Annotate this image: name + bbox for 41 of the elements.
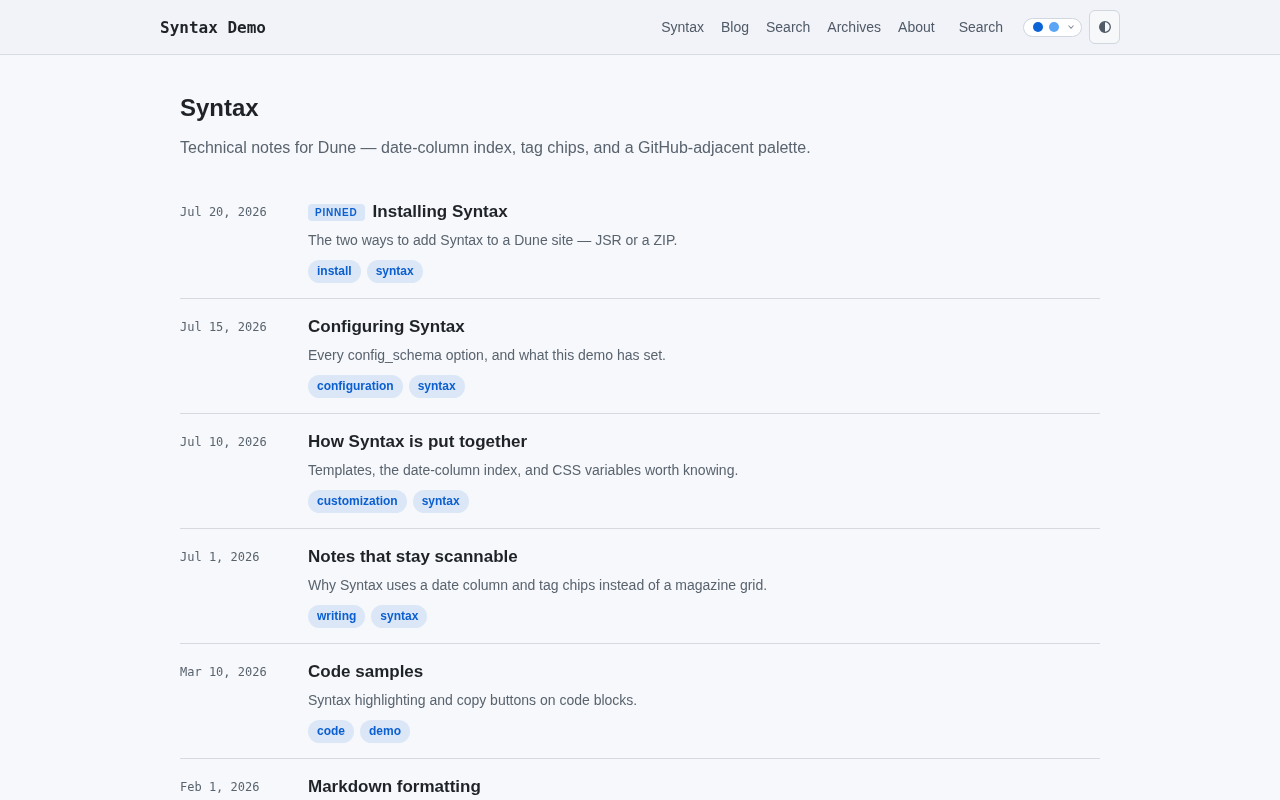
site-title[interactable]: Syntax Demo [160,17,266,37]
post-title-link[interactable]: Markdown formatting [308,776,481,798]
tag-chip[interactable]: install [308,260,361,283]
tag-chip[interactable]: configuration [308,375,403,398]
post-date: Jul 10, 2026 [180,434,267,451]
post-summary: Every config_schema option, and what this demo has set. [308,346,666,365]
page-title: Syntax [180,93,259,123]
post-date: Feb 1, 2026 [180,779,260,796]
tag-chip[interactable]: code [308,720,354,743]
tag-chip[interactable]: demo [360,720,411,743]
tag-chip[interactable]: syntax [366,260,423,283]
nav-link[interactable]: About [898,19,935,35]
contrast-icon [1098,21,1111,33]
post-summary: Templates, the date-column index, and CSS variables worth knowing. [308,461,739,480]
post-title-link[interactable]: How Syntax is put together [308,431,528,453]
nav-link[interactable]: Syntax [661,19,704,35]
contrast-toggle-button[interactable] [1089,10,1120,44]
post-summary: Why Syntax uses a date column and tag chips instead of a magazine grid. [308,576,768,595]
post-date: Mar 10, 2026 [180,664,267,681]
page-description: Technical notes for Dune — date-column index, tag chips, and a GitHub-adjacent palette. [180,138,811,158]
caret-icon [1068,25,1074,29]
post-title-link[interactable]: Installing Syntax [372,201,508,223]
nav-link[interactable]: Blog [720,19,749,35]
tag-chip[interactable]: syntax [412,490,469,513]
post-date: Jul 15, 2026 [180,319,267,336]
post-title-link[interactable]: Code samples [308,661,424,683]
post-date: Jul 1, 2026 [180,549,260,566]
nav-link[interactable]: Archives [827,19,882,35]
palette-picker[interactable] [1023,17,1082,37]
tag-chip[interactable]: syntax [408,375,465,398]
search-button[interactable]: Search [958,19,1003,35]
post-title-link[interactable]: Configuring Syntax [308,316,465,338]
post-summary: Syntax highlighting and copy buttons on code blocks. [308,691,638,710]
tag-chip[interactable]: customization [308,490,407,513]
tag-chip[interactable]: syntax [371,605,428,628]
tag-chip[interactable]: writing [308,605,366,628]
pinned-badge: PINNED [308,203,365,221]
post-title-link[interactable]: Notes that stay scannable [308,546,518,568]
nav-link[interactable]: Search [766,19,811,35]
post-date: Jul 20, 2026 [180,204,267,221]
post-summary: The two ways to add Syntax to a Dune site — JSR or a ZIP. [308,231,678,250]
